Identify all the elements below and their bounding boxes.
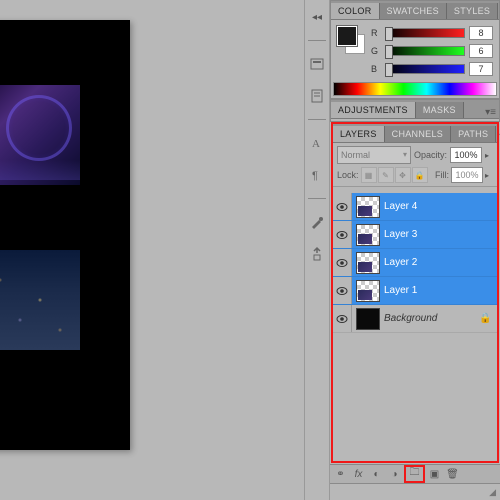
g-slider[interactable] [385, 46, 465, 56]
document-canvas[interactable] [0, 20, 130, 450]
layer-list[interactable]: Layer 4 Layer 3 Layer 2 Layer 1 Background🔒 [333, 186, 497, 461]
svg-text:A: A [312, 138, 320, 150]
lock-transparency-icon[interactable]: ▦ [361, 167, 377, 183]
link-layers-icon[interactable]: ⚭ [332, 467, 349, 481]
layer-row[interactable]: Layer 4 [333, 193, 497, 221]
lock-label: Lock: [337, 170, 359, 180]
layer-name[interactable]: Background [384, 313, 479, 324]
visibility-toggle[interactable] [333, 305, 352, 332]
layer-thumbnail[interactable] [356, 308, 380, 330]
layer-row[interactable]: Layer 2 [333, 249, 497, 277]
tab-swatches[interactable]: SWATCHES [380, 3, 447, 19]
tab-paths[interactable]: PATHS [451, 126, 496, 142]
actions-panel-icon[interactable] [308, 87, 326, 105]
layer-thumbnail[interactable] [356, 224, 380, 246]
history-panel-icon[interactable] [308, 55, 326, 73]
placed-image-2[interactable] [0, 250, 80, 350]
brush-panel-icon[interactable] [308, 213, 326, 231]
visibility-toggle[interactable] [333, 221, 352, 248]
panel-menu-icon[interactable]: ▾≡ [496, 131, 500, 142]
new-layer-icon[interactable]: ▣ [426, 467, 443, 481]
r-label: R [371, 28, 381, 38]
canvas-area[interactable] [0, 0, 304, 500]
layer-name[interactable]: Layer 4 [384, 201, 497, 212]
lock-all-icon[interactable]: 🔒 [412, 167, 428, 183]
collapsed-panel-dock: ◂◂ A ¶ [304, 0, 330, 500]
svg-text:¶: ¶ [312, 170, 318, 182]
clone-source-panel-icon[interactable] [308, 245, 326, 263]
r-slider[interactable] [385, 28, 465, 38]
opacity-input[interactable]: 100% [450, 147, 482, 163]
r-value[interactable]: 8 [469, 26, 493, 40]
visibility-toggle[interactable] [333, 277, 352, 304]
opacity-flyout-icon[interactable]: ▸ [485, 151, 493, 160]
visibility-toggle[interactable] [333, 193, 352, 220]
tab-layers[interactable]: LAYERS [333, 126, 385, 142]
adjustment-layer-icon[interactable]: ◑ [386, 467, 403, 481]
layer-mask-icon[interactable]: ◐ [368, 467, 385, 481]
panels-column: COLOR SWATCHES STYLES ▾≡ R 8 [330, 0, 500, 500]
layer-fx-icon[interactable]: fx [350, 467, 367, 481]
layers-panel-footer: ⚭ fx ◐ ◑ 🗀 ▣ 🗑 [330, 464, 500, 483]
foreground-color-swatch[interactable] [337, 26, 357, 46]
lock-position-icon[interactable]: ✥ [395, 167, 411, 183]
lock-pixels-icon[interactable]: ✎ [378, 167, 394, 183]
adjustments-panel: ADJUSTMENTS MASKS ▾≡ [330, 99, 500, 122]
fill-input[interactable]: 100% [451, 167, 483, 183]
opacity-label: Opacity: [414, 150, 447, 160]
layer-thumbnail[interactable] [356, 280, 380, 302]
layer-name[interactable]: Layer 2 [384, 257, 497, 268]
layer-thumbnail[interactable] [356, 196, 380, 218]
layer-row[interactable]: Background🔒 [333, 305, 497, 333]
fill-label: Fill: [435, 170, 449, 180]
paragraph-panel-icon[interactable]: ¶ [308, 166, 326, 184]
tab-masks[interactable]: MASKS [416, 102, 464, 118]
visibility-toggle[interactable] [333, 249, 352, 276]
dock-expand-icon[interactable]: ◂◂ [308, 8, 326, 26]
g-value[interactable]: 6 [469, 44, 493, 58]
layer-row[interactable]: Layer 1 [333, 277, 497, 305]
b-value[interactable]: 7 [469, 62, 493, 76]
panel-menu-icon[interactable]: ▾≡ [482, 107, 499, 118]
window-statusbar: ◢ [330, 483, 500, 500]
tab-styles[interactable]: STYLES [447, 3, 498, 19]
color-ramp[interactable] [333, 82, 497, 96]
blend-mode-dropdown[interactable]: Normal [337, 146, 411, 164]
new-group-icon[interactable]: 🗀 [404, 465, 425, 483]
layer-row[interactable]: Layer 3 [333, 221, 497, 249]
layer-thumbnail[interactable] [356, 252, 380, 274]
b-slider[interactable] [385, 64, 465, 74]
character-panel-icon[interactable]: A [308, 134, 326, 152]
lock-icon: 🔒 [479, 313, 493, 324]
delete-layer-icon[interactable]: 🗑 [444, 467, 461, 481]
tab-channels[interactable]: CHANNELS [385, 126, 451, 142]
layer-name[interactable]: Layer 3 [384, 229, 497, 240]
color-panel: COLOR SWATCHES STYLES ▾≡ R 8 [330, 0, 500, 99]
b-label: B [371, 64, 381, 74]
tab-color[interactable]: COLOR [331, 3, 380, 19]
tab-adjustments[interactable]: ADJUSTMENTS [331, 102, 416, 118]
fill-flyout-icon[interactable]: ▸ [485, 171, 493, 180]
g-label: G [371, 46, 381, 56]
resize-grip-icon[interactable]: ◢ [489, 487, 496, 498]
layer-name[interactable]: Layer 1 [384, 285, 497, 296]
placed-image-1[interactable] [0, 85, 80, 185]
foreground-background-swatch[interactable] [337, 26, 365, 54]
layers-panel-highlighted: LAYERS CHANNELS PATHS ▾≡ Normal Opacity:… [331, 122, 499, 463]
